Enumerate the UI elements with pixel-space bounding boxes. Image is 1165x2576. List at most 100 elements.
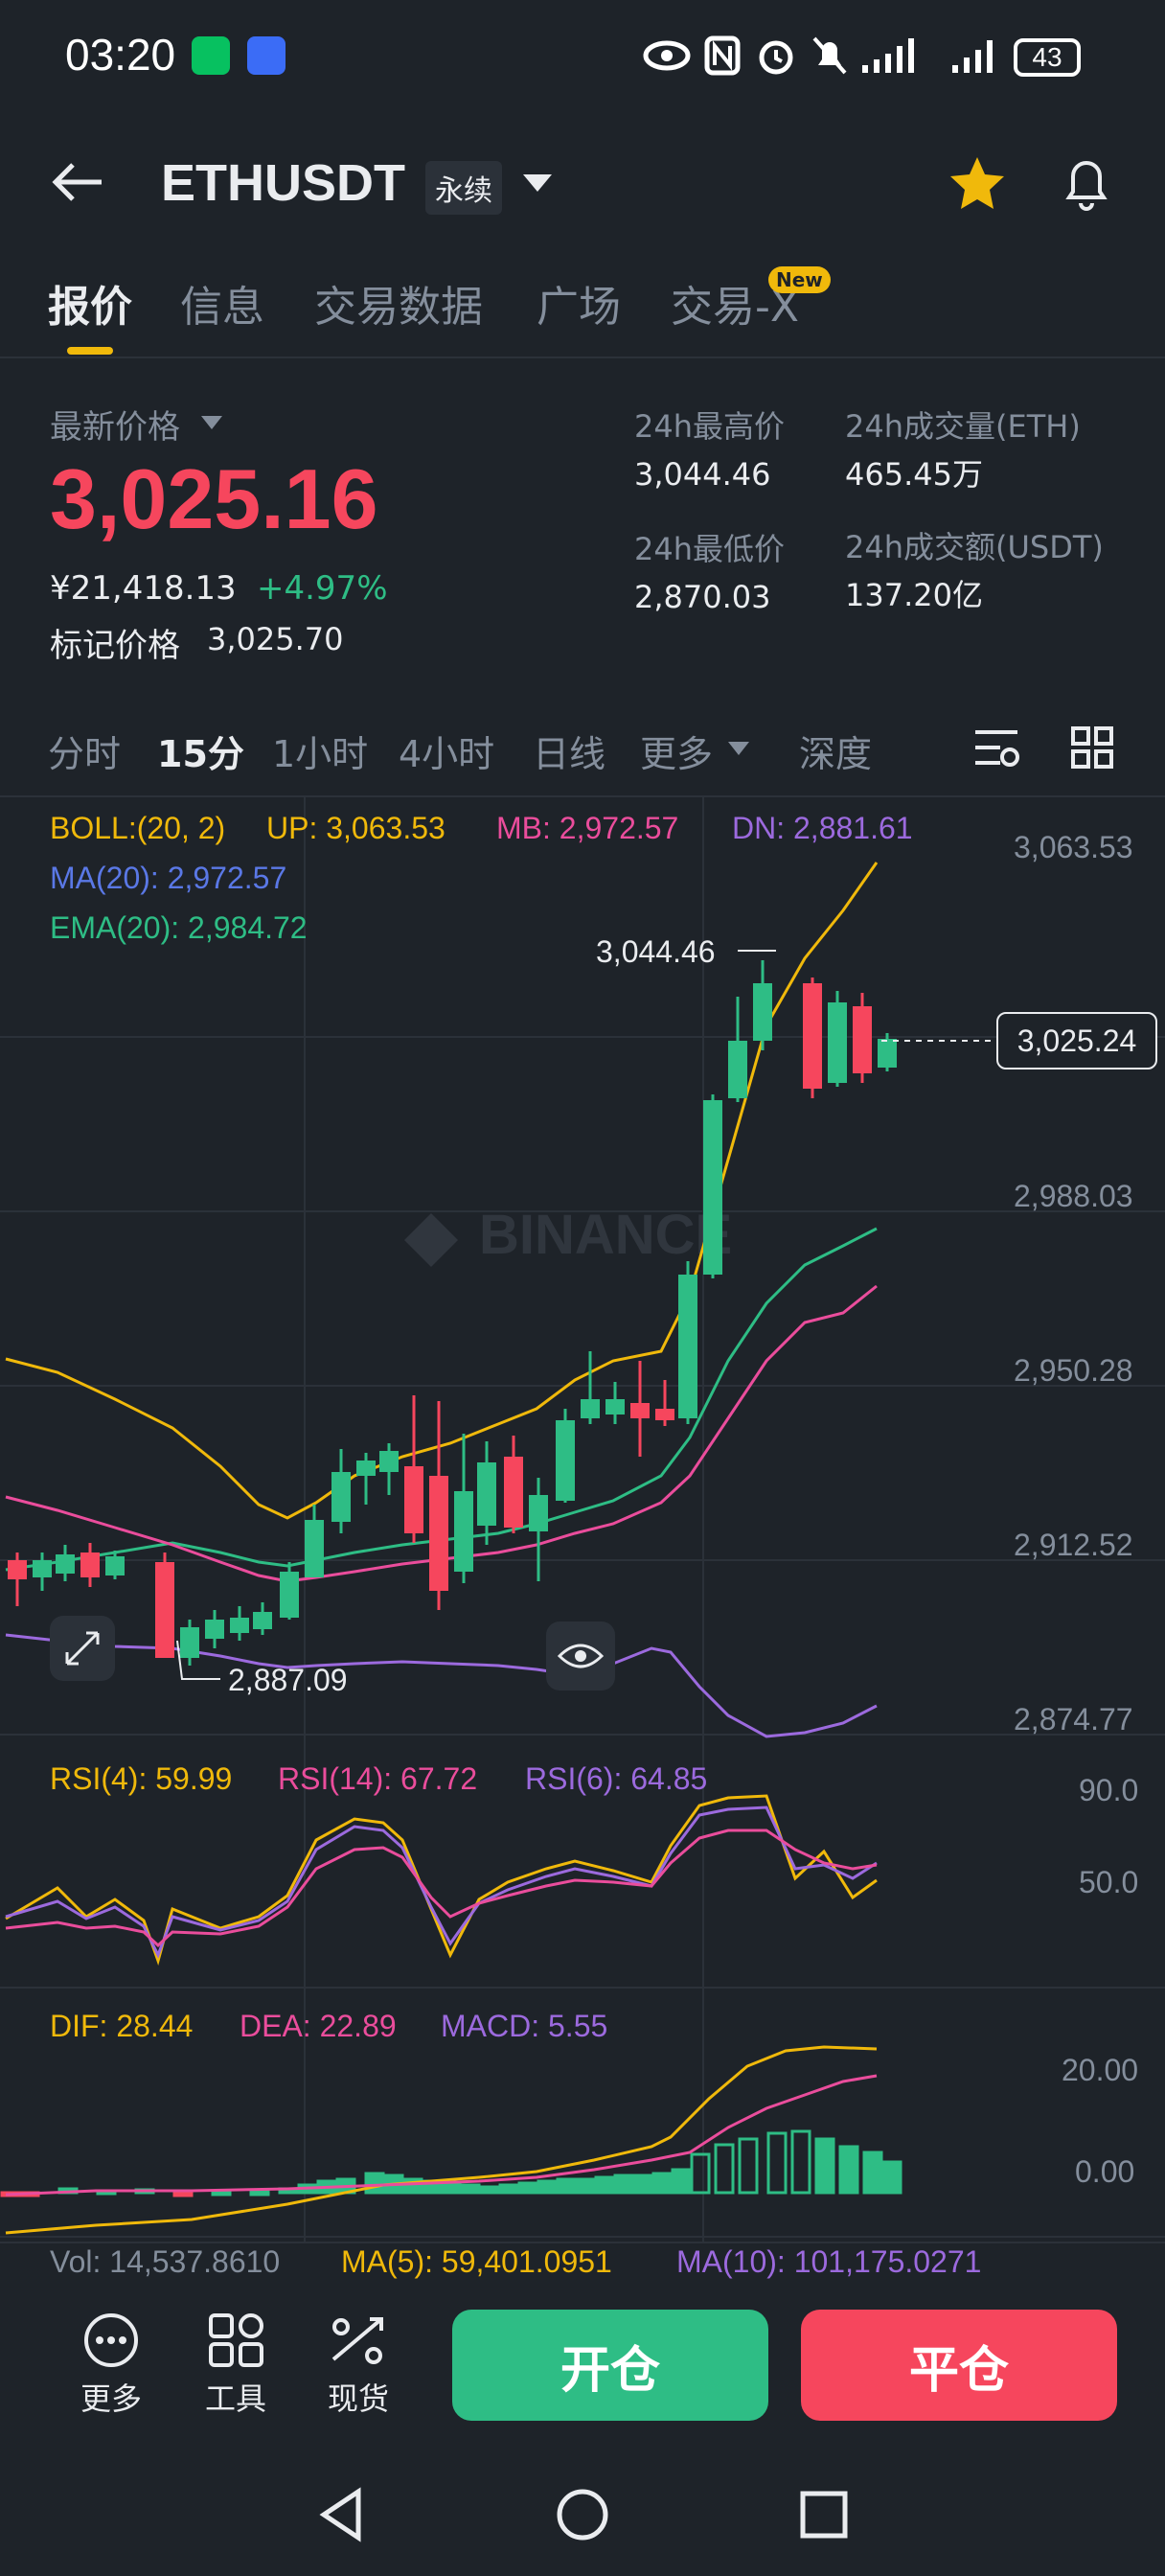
macd-bar [671,2168,692,2195]
interval-1h[interactable]: 1小时 [272,724,368,777]
grid-layout-icon[interactable] [1069,724,1115,770]
dif-value: DIF: 28.44 [50,2009,194,2043]
candle-body [703,1100,722,1275]
indicator-visibility-button[interactable] [546,1622,615,1690]
eye-toggle-icon [557,1644,605,1668]
boll-up-line [5,862,879,1520]
nav-back-icon[interactable] [316,2486,366,2543]
battery-icon: 43 [1014,38,1081,77]
tools-label[interactable]: 工具 [188,2375,284,2419]
price-axis-3: 2,950.28 [1014,1353,1133,1388]
candle-body [8,1560,27,1579]
candle-body [753,983,772,1041]
chart-settings-icon[interactable] [971,724,1021,770]
macd-bar [690,2152,711,2195]
current-price-tag: 3,025.24 [996,1012,1157,1070]
symbol-title[interactable]: ETHUSDT [161,153,405,213]
candle-body [678,1275,697,1418]
price-axis-4: 2,912.52 [1014,1528,1133,1562]
tabs-divider [0,356,1165,358]
cny-price: ¥21,418.13 [50,569,237,608]
rsi-axis-50: 50.0 [1079,1865,1139,1899]
interval-4h[interactable]: 4小时 [399,724,494,777]
eye-icon [643,40,691,71]
alarm-icon [759,40,793,75]
volume-ma10: MA(10): 101,175.0271 [676,2244,982,2279]
status-time: 03:20 [65,30,176,80]
watermark-text: BINANCE [479,1204,732,1266]
swap-percent-icon [331,2317,383,2364]
depth-chart-tab[interactable]: 深度 [799,724,872,777]
candle-body [655,1409,674,1420]
interval-1d[interactable]: 日线 [533,724,605,777]
candle-body [105,1556,125,1576]
interval-more[interactable]: 更多 [640,724,713,777]
interval-15m[interactable]: 15分 [157,724,244,777]
candle-body [878,1039,897,1068]
candle-body [305,1520,324,1577]
active-tab-indicator [67,347,113,355]
last-price: 3,025.16 [50,451,378,546]
candle-body [33,1560,52,1577]
candle-body [280,1572,299,1618]
turnover-24h-label: 24h成交额(USDT) [845,529,1104,565]
latest-price-dropdown-icon[interactable] [199,414,224,431]
price-change: +4.97% [257,569,388,608]
mark-price-label: 标记价格 [50,627,180,665]
macd-bar [479,2185,500,2195]
dea-value: DEA: 22.89 [240,2009,397,2043]
fullscreen-button[interactable] [50,1616,115,1681]
more-dots-icon [84,2313,138,2367]
back-arrow-icon[interactable] [50,159,107,205]
ma20-value: MA(20): 2,972.57 [50,861,287,895]
high-price-marker: 3,044.46 [596,934,716,969]
tools-grid-icon [209,2313,263,2367]
spot-button[interactable] [318,2312,399,2377]
low-24h-label: 24h最低价 [634,531,786,567]
low-price-marker: 2,887.09 [228,1663,348,1697]
interval-timeline[interactable]: 分时 [48,724,121,777]
more-label[interactable]: 更多 [63,2375,159,2419]
nav-recents-icon[interactable] [797,2488,851,2542]
kline-chart[interactable]: BINANCE 3,044.46 2,887.09 [0,797,1165,2273]
macd-bar [498,2183,519,2195]
price-axis-1: 3,063.53 [1014,830,1133,864]
symbol-dropdown-icon[interactable] [521,172,554,196]
interval-more-dropdown-icon[interactable] [726,740,751,757]
macd-bar [441,2181,462,2195]
spot-label[interactable]: 现货 [310,2375,406,2419]
rsi14-value: RSI(14): 67.72 [278,1761,478,1796]
signal-2-icon [952,40,993,73]
contract-type-tag: 永续 [425,161,502,215]
price-alert-bell-icon[interactable] [1060,153,1113,213]
nav-home-icon[interactable] [554,2486,611,2543]
tab-square[interactable]: 广场 [537,272,621,334]
candle-body [828,1002,847,1083]
favorite-star-icon[interactable] [948,155,1006,211]
more-button[interactable] [71,2312,151,2377]
candle-body [803,983,822,1089]
macd-bar [862,2150,883,2195]
boll-mb-value: MB: 2,972.57 [496,811,679,845]
price-axis-5: 2,874.77 [1014,1702,1133,1736]
candle-body [379,1451,399,1472]
candle-body [581,1399,600,1418]
signal-1-icon [862,38,914,73]
candle-body [404,1466,423,1533]
macd-axis-20: 20.00 [1062,2053,1139,2087]
open-position-button[interactable]: 开仓 [452,2310,768,2421]
price-axis-2: 2,988.03 [1014,1179,1133,1213]
ema20-value: EMA(20): 2,984.72 [50,910,308,945]
tab-trading-data[interactable]: 交易数据 [314,272,483,334]
candle-body [331,1472,351,1522]
volume-24h-label: 24h成交量(ETH) [845,408,1081,445]
close-position-button[interactable]: 平仓 [801,2310,1117,2421]
tab-info[interactable]: 信息 [180,272,264,334]
boll-dn-value: DN: 2,881.61 [732,811,913,845]
tab-quotes[interactable]: 报价 [48,272,132,334]
latest-price-label[interactable]: 最新价格 [50,401,180,448]
candle-body [454,1491,473,1572]
candle-body [80,1552,100,1577]
macd-bar [594,2175,615,2195]
tools-button[interactable] [195,2312,276,2377]
